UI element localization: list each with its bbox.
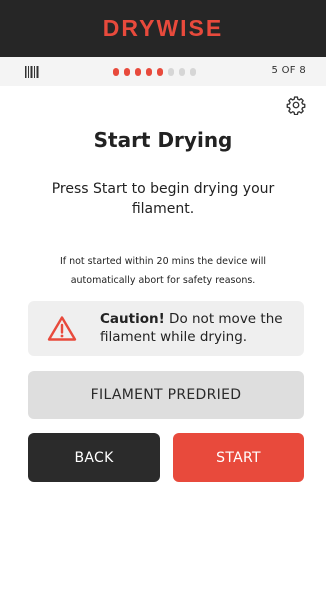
caution-text: Caution! Do not move the filament while … — [100, 310, 296, 346]
progress-dot — [190, 68, 196, 76]
progress-dot — [146, 68, 152, 76]
step-counter: 5 OF 8 — [271, 65, 306, 76]
progress-bar: 5 OF 8 — [0, 57, 326, 86]
instruction-text: Press Start to begin drying your filamen… — [51, 181, 275, 217]
safety-note: If not started within 20 mins the device… — [59, 256, 267, 286]
app-screen: DRYWISE 5 OF 8 Start Drying Press Start … — [0, 0, 326, 613]
brand-logo: DRYWISE — [102, 15, 224, 41]
caution-label: Caution! — [100, 311, 165, 327]
progress-dot — [113, 68, 119, 76]
barcode-icon — [25, 66, 39, 78]
page-title: Start Drying — [93, 128, 233, 152]
brand-header: DRYWISE — [0, 0, 326, 57]
progress-dot — [135, 68, 141, 76]
start-button[interactable]: START — [173, 433, 304, 482]
progress-dot — [179, 68, 185, 76]
gear-icon[interactable] — [286, 95, 306, 115]
caution-box: Caution! Do not move the filament while … — [28, 301, 304, 356]
warning-triangle-icon — [47, 316, 77, 341]
progress-dots — [113, 68, 196, 76]
progress-dot — [157, 68, 163, 76]
progress-dot — [124, 68, 130, 76]
progress-dot — [168, 68, 174, 76]
filament-predried-button[interactable]: FILAMENT PREDRIED — [28, 371, 304, 419]
back-button[interactable]: BACK — [28, 433, 160, 482]
